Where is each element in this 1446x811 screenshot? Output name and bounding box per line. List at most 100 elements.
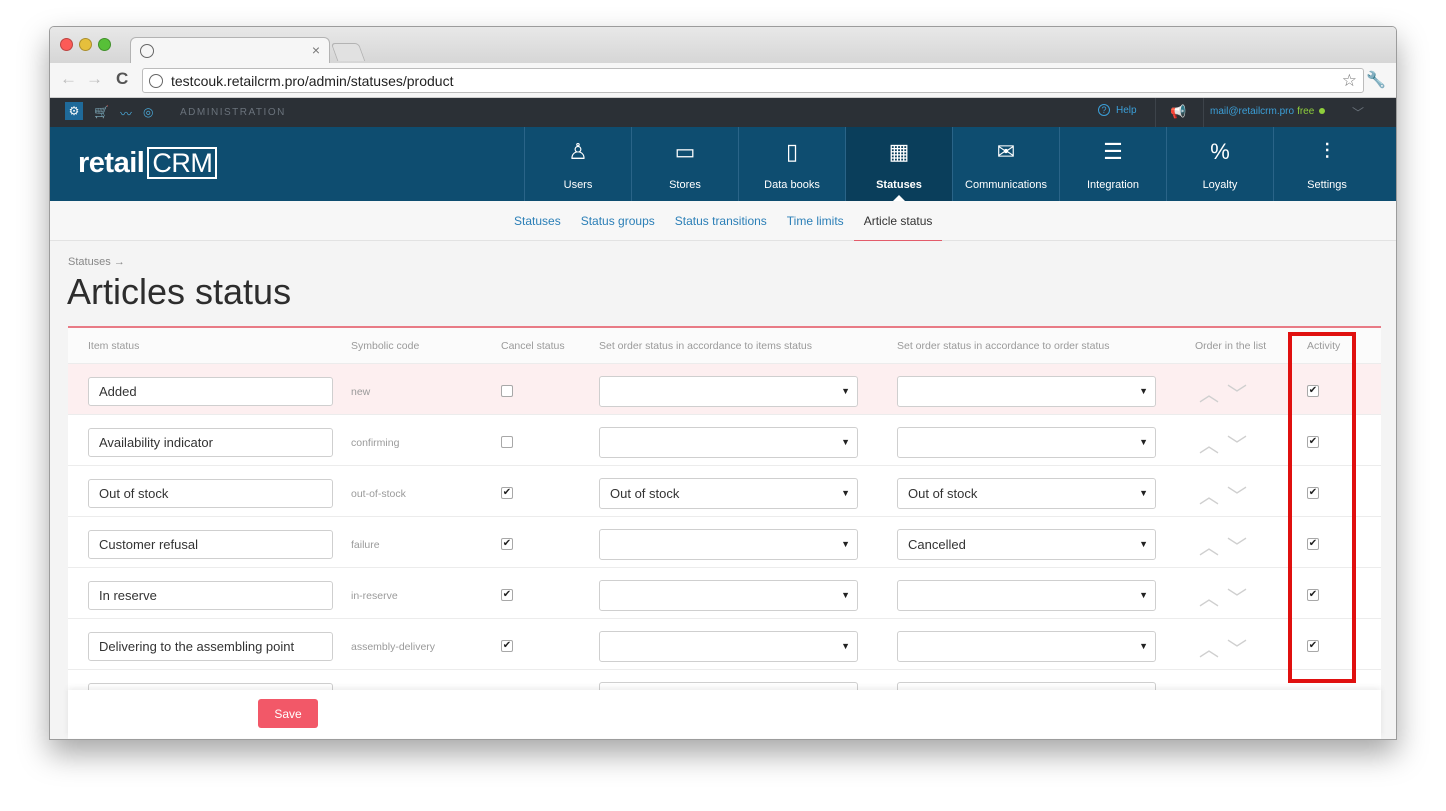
cart-icon[interactable]: 🛒 — [94, 105, 109, 122]
footer-bar: Save — [68, 690, 1381, 738]
dropdown-arrow-icon: ▼ — [1139, 386, 1148, 396]
nav-integration[interactable]: ☰ Integration — [1059, 127, 1166, 201]
order-status-by-order-select[interactable]: ▼ — [897, 631, 1156, 662]
cancel-status-checkbox[interactable] — [501, 436, 513, 448]
gear-icon[interactable]: ⚙ — [65, 102, 83, 120]
wrench-icon[interactable]: 🔧 — [1366, 70, 1386, 90]
move-up-icon[interactable]: ︿ — [1199, 486, 1227, 508]
move-up-icon[interactable]: ︿ — [1199, 639, 1227, 661]
target-icon[interactable]: ◎ — [143, 105, 153, 122]
order-status-by-order-select[interactable]: ▼ — [897, 376, 1156, 407]
reorder-controls: ︿﹀ — [1199, 582, 1255, 611]
nav-settings[interactable]: ⫶ Settings — [1273, 127, 1380, 201]
analytics-icon[interactable]: 〰 — [120, 105, 132, 122]
help-label: Help — [1116, 105, 1137, 116]
dropdown-arrow-icon: ▼ — [1139, 437, 1148, 447]
reload-icon[interactable]: C — [116, 69, 128, 89]
cancel-status-checkbox[interactable]: ✔ — [501, 589, 513, 601]
move-down-icon[interactable]: ﹀ — [1227, 537, 1255, 559]
nav-data-books[interactable]: ▯ Data books — [738, 127, 845, 201]
symbolic-code: new — [351, 386, 371, 398]
subnav-status-transitions[interactable]: Status transitions — [675, 214, 767, 228]
dropdown-arrow-icon: ▼ — [1139, 641, 1148, 651]
back-arrow-icon[interactable]: ← — [60, 69, 77, 89]
forward-arrow-icon[interactable]: → — [86, 69, 103, 89]
cancel-status-checkbox[interactable]: ✔ — [501, 538, 513, 550]
status-name-input[interactable]: Customer refusal — [88, 530, 333, 559]
table-row: Availability indicator confirming ▼ ▼ ︿﹀… — [68, 414, 1381, 465]
dropdown-arrow-icon: ▼ — [841, 386, 850, 396]
nav-label: Communications — [965, 179, 1047, 191]
statuses-table: Item status Symbolic code Cancel status … — [68, 326, 1381, 739]
subnav-statuses[interactable]: Statuses — [514, 214, 561, 228]
move-down-icon[interactable]: ﹀ — [1227, 435, 1255, 457]
move-up-icon[interactable]: ︿ — [1199, 384, 1227, 406]
new-tab-button[interactable] — [330, 43, 366, 61]
statuses-icon: ▦ — [888, 139, 910, 164]
move-up-icon[interactable]: ︿ — [1199, 588, 1227, 610]
activity-column-highlight — [1288, 332, 1356, 683]
table-row: In reserve in-reserve ✔ ▼ ▼ ︿﹀ ✔ — [68, 567, 1381, 618]
order-status-by-items-select[interactable]: ▼ — [599, 376, 858, 407]
nav-loyalty[interactable]: % Loyalty — [1166, 127, 1273, 201]
admin-bar: ⚙ 🛒 〰 ◎ ADMINISTRATION ? Help 📢 mail@reta… — [50, 98, 1396, 127]
megaphone-icon[interactable]: 📢 — [1170, 104, 1186, 120]
subnav-time-limits[interactable]: Time limits — [787, 214, 844, 228]
close-tab-icon[interactable]: × — [312, 42, 320, 58]
browser-tab[interactable]: × — [130, 37, 330, 63]
order-status-by-order-select[interactable]: Cancelled ▼ — [897, 529, 1156, 560]
status-name-input[interactable]: Availability indicator — [88, 428, 333, 457]
move-up-icon[interactable]: ︿ — [1199, 435, 1227, 457]
subnav-article-status[interactable]: Article status — [853, 214, 943, 241]
store-icon: ▭ — [674, 139, 696, 164]
nav-statuses[interactable]: ▦ Statuses — [845, 127, 952, 201]
nav-users[interactable]: ♙ Users — [524, 127, 631, 201]
move-down-icon[interactable]: ﹀ — [1227, 588, 1255, 610]
symbolic-code: out-of-stock — [351, 488, 406, 500]
order-status-by-items-select[interactable]: ▼ — [599, 427, 858, 458]
move-up-icon[interactable]: ︿ — [1199, 537, 1227, 559]
page-info-icon[interactable] — [149, 74, 163, 88]
order-status-by-order-select[interactable]: ▼ — [897, 427, 1156, 458]
cancel-status-checkbox[interactable]: ✔ — [501, 487, 513, 499]
breadcrumb[interactable]: Statuses → — [68, 256, 125, 268]
nav-communications[interactable]: ✉ Communications — [952, 127, 1059, 201]
order-status-by-order-select[interactable]: Out of stock ▼ — [897, 478, 1156, 509]
order-status-by-order-select[interactable]: ▼ — [897, 580, 1156, 611]
subnav-status-groups[interactable]: Status groups — [581, 214, 655, 228]
select-value: Out of stock — [610, 486, 680, 501]
browser-window: × ← → C testcouk.retailcrm.pro/admin/sta… — [49, 26, 1397, 740]
cancel-status-checkbox[interactable]: ✔ — [501, 640, 513, 652]
bookmark-star-icon[interactable]: ☆ — [1342, 71, 1357, 91]
zoom-window-button[interactable] — [98, 38, 111, 51]
order-status-by-items-select[interactable]: ▼ — [599, 580, 858, 611]
dropdown-arrow-icon: ▼ — [841, 539, 850, 549]
help-link[interactable]: ? Help — [1098, 104, 1137, 116]
url-text: testcouk.retailcrm.pro/admin/statuses/pr… — [171, 73, 454, 89]
table-row: Customer refusal failure ✔ ▼ Cancelled ▼ … — [68, 516, 1381, 567]
status-name-input[interactable]: Delivering to the assembling point — [88, 632, 333, 661]
order-status-by-items-select[interactable]: Out of stock ▼ — [599, 478, 858, 509]
close-window-button[interactable] — [60, 38, 73, 51]
status-name-input[interactable]: Out of stock — [88, 479, 333, 508]
minimize-window-button[interactable] — [79, 38, 92, 51]
percent-tag-icon: % — [1210, 139, 1230, 164]
user-account-menu[interactable]: mail@retailcrm.pro free — [1210, 106, 1326, 117]
order-status-by-items-select[interactable]: ▼ — [599, 631, 858, 662]
move-down-icon[interactable]: ﹀ — [1227, 384, 1255, 406]
dropdown-arrow-icon: ▼ — [841, 641, 850, 651]
address-bar[interactable]: testcouk.retailcrm.pro/admin/statuses/pr… — [142, 68, 1364, 93]
nav-stores[interactable]: ▭ Stores — [631, 127, 738, 201]
status-name-input[interactable]: Added — [88, 377, 333, 406]
move-down-icon[interactable]: ﹀ — [1227, 639, 1255, 661]
retailcrm-logo[interactable]: retail CRM — [78, 147, 218, 180]
save-button[interactable]: Save — [258, 699, 318, 728]
status-name-input[interactable]: In reserve — [88, 581, 333, 610]
chevron-down-icon[interactable]: ﹀ — [1352, 104, 1364, 121]
user-email: mail@retailcrm.pro — [1210, 106, 1295, 117]
online-status-dot — [1319, 108, 1326, 115]
move-down-icon[interactable]: ﹀ — [1227, 486, 1255, 508]
order-status-by-items-select[interactable]: ▼ — [599, 529, 858, 560]
browser-toolbar: ← → C testcouk.retailcrm.pro/admin/statu… — [50, 63, 1396, 98]
cancel-status-checkbox[interactable] — [501, 385, 513, 397]
